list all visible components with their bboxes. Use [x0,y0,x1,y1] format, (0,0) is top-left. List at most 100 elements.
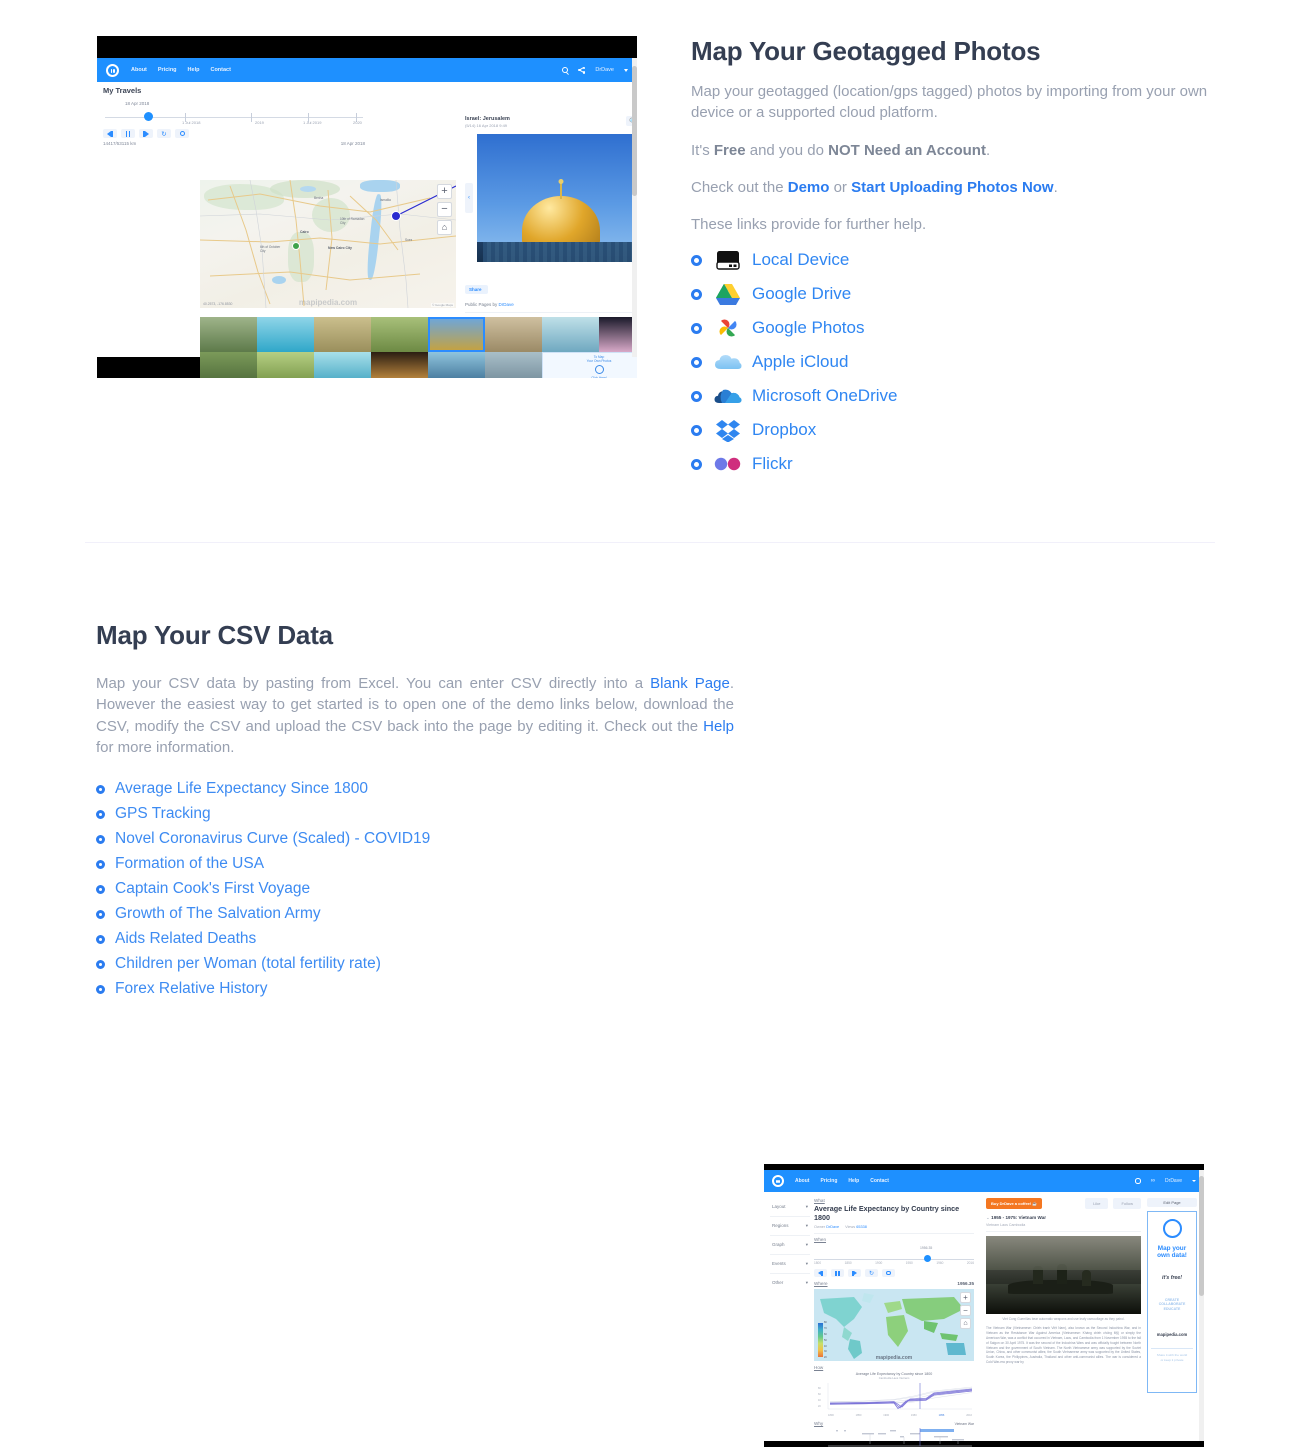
csv-nav-user[interactable]: DrDave [1165,1178,1182,1184]
timeline-handle[interactable] [144,112,153,121]
link-google-photos[interactable]: Google Photos [752,318,864,338]
demo-link[interactable]: Demo [788,179,830,196]
demo-link-6[interactable]: Aids Related Deaths [115,930,256,948]
skip-back-icon[interactable] [103,129,117,138]
thumbnail-selected[interactable] [428,317,485,352]
zoom-in-button[interactable]: + [960,1292,971,1304]
csv-event-gantt[interactable]: 1800 1850 1900 1950 1956 2016 [814,1428,974,1447]
link-dropbox[interactable]: Dropbox [752,420,816,440]
list-item-local-device[interactable]: Local Device [691,247,1218,273]
zoom-out-button[interactable]: − [960,1305,971,1317]
csv-map-canvas[interactable]: 80 70 60 50 40 30 20 + − ⌂ mapipedia.com [814,1289,974,1362]
thumbnail[interactable] [428,352,485,378]
thumbnail[interactable] [257,317,314,352]
chevron-down-icon[interactable] [1192,1180,1196,1182]
search-icon[interactable] [1135,1178,1141,1184]
thumbnail[interactable] [542,317,599,352]
list-item-google-photos[interactable]: Google Photos [691,315,1218,341]
menu-item-layout[interactable]: Layout [772,1204,786,1210]
demo-link-4[interactable]: Captain Cook's First Voyage [115,880,310,898]
skip-forward-icon[interactable] [848,1269,861,1278]
link-google-drive[interactable]: Google Drive [752,284,851,304]
menu-item-graph[interactable]: Graph [772,1242,785,1248]
pause-icon[interactable] [121,129,135,138]
buy-coffee-button[interactable]: Buy DrDave a coffee! ☕ [986,1198,1043,1209]
csv-playback-controls[interactable]: ↻ [814,1269,974,1278]
pause-icon[interactable] [831,1269,844,1278]
thumbnail[interactable] [314,352,371,378]
list-item-microsoft-onedrive[interactable]: Microsoft OneDrive [691,383,1218,409]
csv-nav-help[interactable]: Help [848,1178,859,1184]
list-item-demo[interactable]: Growth of The Salvation Army [96,905,734,923]
mini-scrollbar-thumb[interactable] [632,66,637,196]
demo-link-7[interactable]: Children per Woman (total fertility rate… [115,955,381,973]
home-button[interactable]: ⌂ [437,220,452,235]
follow-button[interactable]: Follow [1113,1198,1141,1209]
thumbnail[interactable] [485,317,542,352]
mini-nav-contact[interactable]: Contact [210,67,230,73]
mini-nav-about[interactable]: About [131,67,147,73]
menu-item-regions[interactable]: Regions [772,1223,789,1229]
chevron-down-icon[interactable] [624,68,628,72]
thumbnail[interactable] [200,352,257,378]
mini-nav-help[interactable]: Help [188,67,200,73]
link-microsoft-onedrive[interactable]: Microsoft OneDrive [752,386,897,406]
start-uploading-link[interactable]: Start Uploading Photos Now [851,179,1054,196]
home-button[interactable]: ⌂ [960,1318,971,1330]
thumbnail-cta[interactable]: To Map Your Own Photos Click Here! https… [542,352,637,378]
thumbnail[interactable] [200,317,257,352]
csv-nav-pricing[interactable]: Pricing [820,1178,837,1184]
link-apple-icloud[interactable]: Apple iCloud [752,352,848,372]
thumbnail[interactable] [371,352,428,378]
list-item-demo[interactable]: Captain Cook's First Voyage [96,880,734,898]
list-item-google-drive[interactable]: Google Drive [691,281,1218,307]
csv-nav-contact[interactable]: Contact [870,1178,889,1184]
photo-image[interactable] [477,134,637,262]
skip-back-icon[interactable] [814,1269,827,1278]
refresh-icon[interactable]: ↻ [157,129,171,138]
link-flickr[interactable]: Flickr [752,454,793,474]
csv-side-menu[interactable]: Layout ▾ Regions ▾ Graph ▾ Events ▾ Other ▾ [770,1198,810,1292]
thumbnail[interactable] [257,352,314,378]
search-icon[interactable] [562,67,570,75]
share-button[interactable]: Share [465,285,488,294]
collapse-icon[interactable]: ⌄ [986,1215,990,1220]
like-button[interactable]: Like [1085,1198,1109,1209]
csv-scrollbar-thumb[interactable] [1199,1176,1204,1296]
zoom-in-button[interactable]: + [437,184,452,199]
csv-nav-about[interactable]: About [795,1178,809,1184]
map-canvas[interactable]: Cairo New Cairo City 6th of October City… [200,180,456,308]
list-item-demo[interactable]: Average Life Expectancy Since 1800 [96,780,734,798]
event-photo[interactable] [986,1236,1141,1314]
skip-forward-icon[interactable] [139,129,153,138]
csv-timeline[interactable]: 1956.35 1800 1850 1900 1950 1960 2016 [814,1246,974,1268]
help-link[interactable]: Help [703,718,734,735]
refresh-icon[interactable]: ↻ [865,1269,878,1278]
public-pages-author[interactable]: DrDave [499,302,514,307]
map-marker-active[interactable] [391,211,401,221]
thumbnail-strip[interactable]: To Map Your Own Photos Click Here! https… [200,317,637,378]
link-local-device[interactable]: Local Device [752,250,849,270]
list-item-demo[interactable]: Formation of the USA [96,855,734,873]
thumbnail[interactable] [371,317,428,352]
demo-link-1[interactable]: GPS Tracking [115,805,211,823]
list-item-flickr[interactable]: Flickr [691,451,1218,477]
mini-nav-pricing[interactable]: Pricing [158,67,177,73]
list-item-apple-icloud[interactable]: Apple iCloud [691,349,1218,375]
demo-link-5[interactable]: Growth of The Salvation Army [115,905,321,923]
csv-edit-page-button[interactable]: Edit Page [1147,1198,1197,1207]
demo-link-3[interactable]: Formation of the USA [115,855,264,873]
demo-link-2[interactable]: Novel Coronavirus Curve (Scaled) - COVID… [115,830,430,848]
menu-item-other[interactable]: Other [772,1280,783,1286]
record-icon[interactable] [175,129,189,138]
zoom-out-button[interactable]: − [437,202,452,217]
list-item-demo[interactable]: Forex Relative History [96,980,734,998]
map-marker-green[interactable] [292,242,300,250]
mini-nav-user[interactable]: DrDave [595,67,614,73]
csv-line-chart[interactable]: Average Life Expectancy by Country since… [814,1372,974,1417]
list-item-demo[interactable]: GPS Tracking [96,805,734,823]
list-item-demo[interactable]: Aids Related Deaths [96,930,734,948]
share-icon[interactable]: ∞ [1151,1178,1155,1184]
list-item-demo[interactable]: Children per Woman (total fertility rate… [96,955,734,973]
record-icon[interactable] [882,1269,895,1278]
